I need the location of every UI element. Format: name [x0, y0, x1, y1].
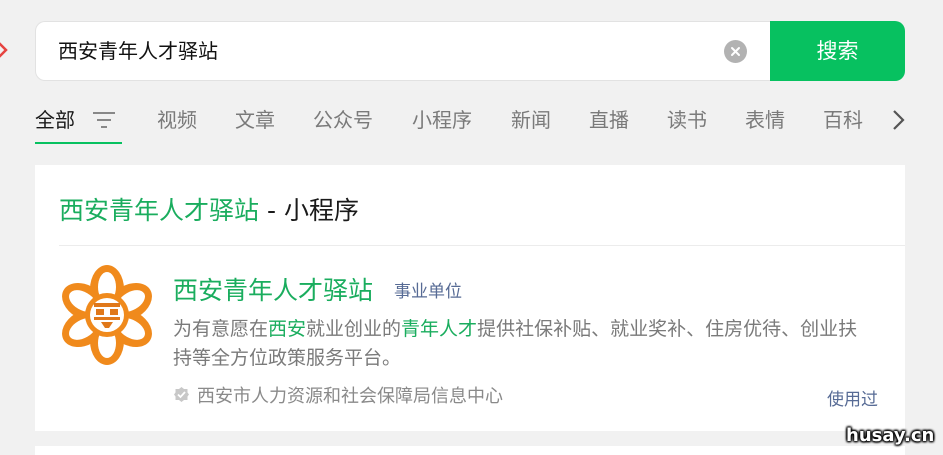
app-type-badge: 事业单位	[394, 282, 462, 302]
verified-shield-icon	[174, 387, 189, 402]
tab-live[interactable]: 直播	[589, 98, 629, 142]
result-card: 西安青年人才驿站 - 小程序 西安青年人才驿站 事业单位 为有意愿在西安就业创业…	[35, 165, 905, 431]
app-logo-icon[interactable]	[57, 265, 157, 365]
desc-text: 就业创业的	[306, 318, 402, 340]
tab-stickers[interactable]: 表情	[745, 98, 785, 142]
back-arrow-icon[interactable]	[0, 38, 8, 62]
divider	[59, 245, 905, 246]
used-before-label[interactable]: 使用过	[827, 385, 878, 410]
search-input[interactable]	[58, 22, 698, 80]
card-header-title: 西安青年人才驿站	[59, 196, 260, 225]
card-header: 西安青年人才驿站 - 小程序	[59, 191, 359, 227]
app-description: 为有意愿在西安就业创业的青年人才提供社保补贴、就业奖补、住房优待、创业扶持等全方…	[173, 315, 873, 373]
chevron-right-icon[interactable]	[890, 108, 908, 132]
card-header-separator: -	[259, 196, 284, 225]
tab-news[interactable]: 新闻	[511, 98, 551, 142]
next-result-card	[35, 446, 905, 455]
search-box	[35, 21, 771, 81]
tab-mini-program[interactable]: 小程序	[412, 98, 472, 142]
provider-name: 西安市人力资源和社会保障局信息中心	[197, 386, 503, 407]
desc-highlight: 青年人才	[401, 318, 478, 340]
tab-books[interactable]: 读书	[667, 98, 707, 142]
filter-lines-icon[interactable]	[92, 109, 116, 131]
tab-encyclopedia[interactable]: 百科	[823, 98, 863, 142]
app-name-link[interactable]: 西安青年人才驿站	[173, 271, 373, 307]
desc-highlight: 西安	[268, 318, 307, 340]
tab-all[interactable]: 全部	[35, 98, 75, 142]
clear-circle-icon[interactable]	[724, 40, 747, 63]
search-button[interactable]: 搜索	[770, 21, 905, 81]
tab-video[interactable]: 视频	[157, 98, 197, 142]
tab-official-account[interactable]: 公众号	[313, 98, 373, 142]
tab-bar: 全部 视频 文章 公众号 小程序 新闻 直播 读书 表情 百科	[0, 98, 943, 144]
active-tab-underline	[35, 142, 122, 144]
watermark: husay.cn	[846, 425, 935, 446]
tab-article[interactable]: 文章	[235, 98, 275, 142]
desc-text: 为有意愿在	[173, 318, 269, 340]
card-header-category: 小程序	[283, 196, 359, 225]
